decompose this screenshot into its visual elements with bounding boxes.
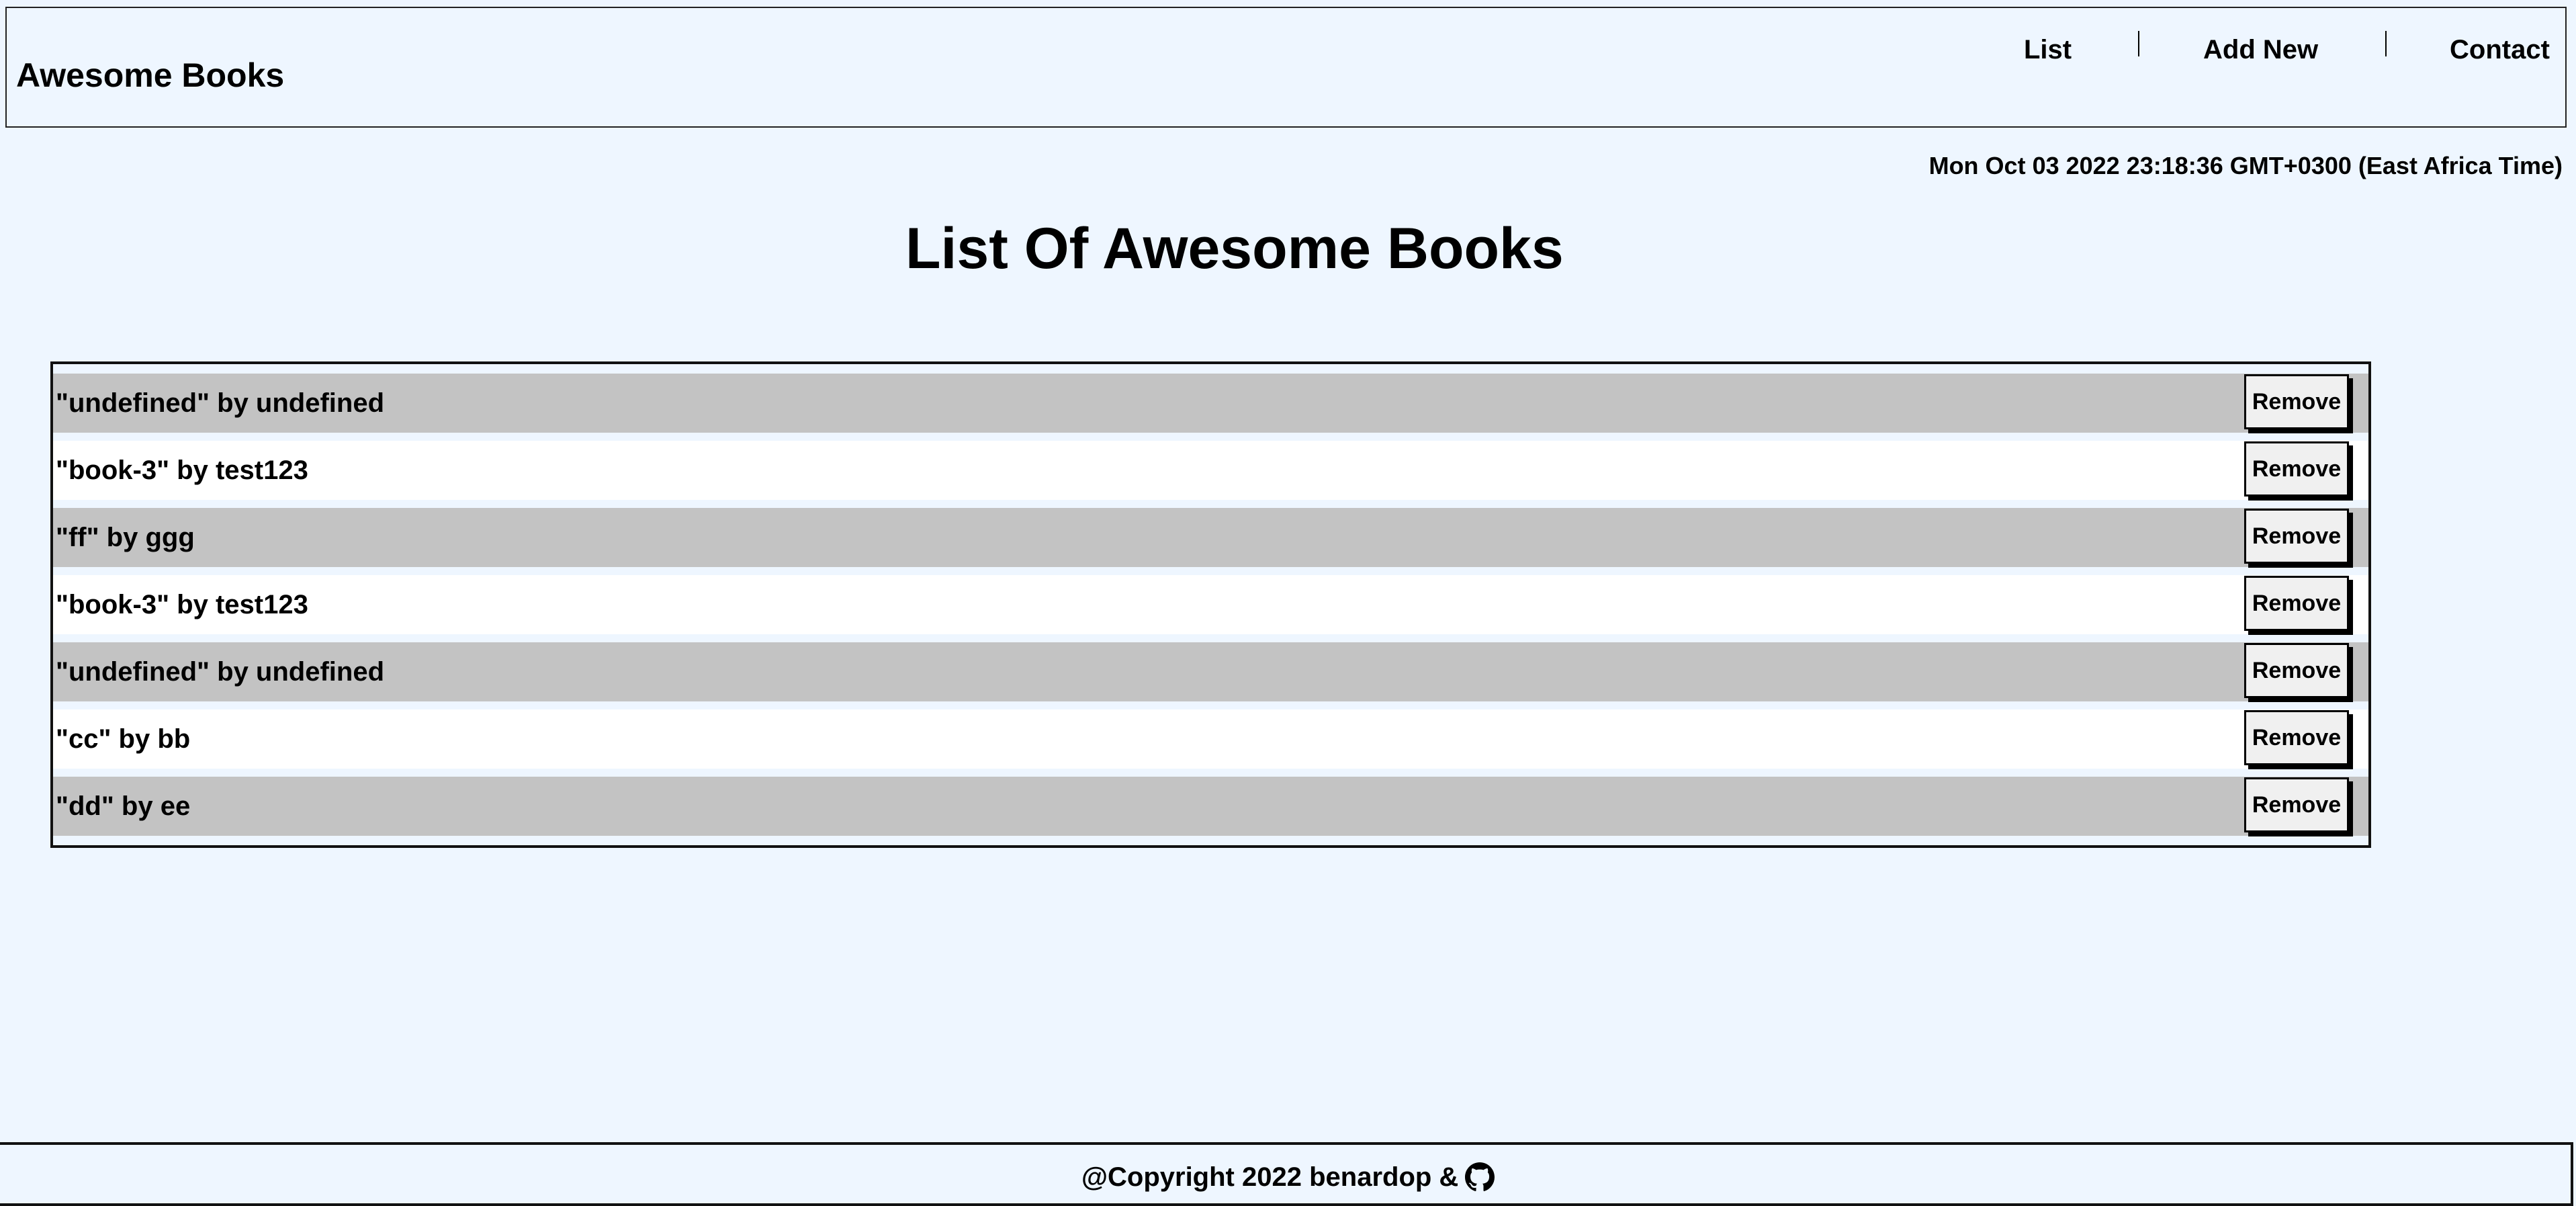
book-list: "undefined" by undefined Remove "book-3"… [50,361,2371,848]
book-entry: "cc" by bb [56,724,191,754]
book-entry: "undefined" by undefined [56,388,385,418]
nav-list-link[interactable]: List [2024,34,2072,66]
site-footer: @Copyright 2022 benardop & [0,1142,2573,1206]
nav-separator [2385,31,2387,56]
book-row: "book-3" by test123 Remove [53,441,2368,500]
remove-button[interactable]: Remove [2244,710,2349,765]
nav-add-new-link[interactable]: Add New [2203,34,2318,66]
book-entry: "dd" by ee [56,791,191,821]
book-row: "book-3" by test123 Remove [53,575,2368,634]
book-entry: "book-3" by test123 [56,456,308,485]
book-row: "undefined" by undefined Remove [53,642,2368,701]
site-header: Awesome Books List Add New Contact [5,7,2567,128]
main-nav: List Add New Contact [7,31,2565,74]
book-entry: "book-3" by test123 [56,590,308,619]
footer-content: @Copyright 2022 benardop & [1081,1161,1495,1193]
remove-button[interactable]: Remove [2244,441,2349,497]
book-entry: "undefined" by undefined [56,657,385,687]
current-date: Mon Oct 03 2022 23:18:36 GMT+0300 (East … [1928,152,2563,179]
book-row: "undefined" by undefined Remove [53,374,2368,433]
copyright-text: @Copyright 2022 benardop & [1081,1162,1459,1192]
nav-contact-link[interactable]: Contact [2450,34,2550,66]
github-icon[interactable] [1465,1162,1495,1192]
remove-button[interactable]: Remove [2244,576,2349,631]
book-row: "cc" by bb Remove [53,709,2368,769]
page-title: List Of Awesome Books [905,216,1564,281]
book-row: "ff" by ggg Remove [53,508,2368,567]
remove-button[interactable]: Remove [2244,509,2349,564]
nav-separator [2138,31,2139,56]
remove-button[interactable]: Remove [2244,643,2349,698]
book-entry: "ff" by ggg [56,523,195,552]
remove-button[interactable]: Remove [2244,374,2349,429]
book-row: "dd" by ee Remove [53,777,2368,836]
remove-button[interactable]: Remove [2244,777,2349,832]
